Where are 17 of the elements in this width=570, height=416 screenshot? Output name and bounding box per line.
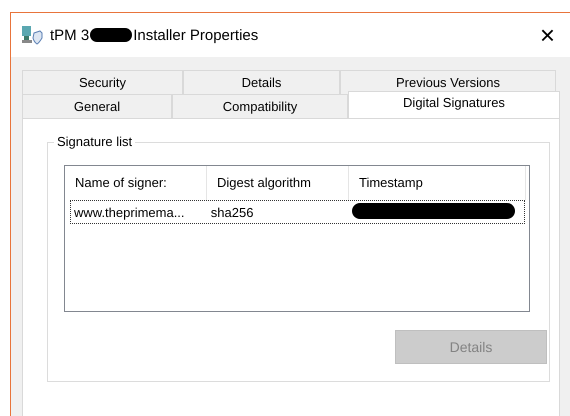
tab[interactable]: General — [22, 94, 172, 118]
table-row[interactable]: www.theprimema... sha256 — [70, 200, 525, 224]
tab[interactable]: Compatibility — [172, 94, 348, 118]
close-button[interactable]: × — [540, 22, 555, 48]
column-header[interactable]: Timestamp — [349, 166, 526, 200]
table-cell-text: sha256 — [210, 204, 254, 220]
table-cell-text: www.theprimema... — [73, 204, 186, 220]
window-title: Installer Properties — [133, 26, 258, 44]
signature-list[interactable]: Name of signer: Digest algorithm Timestamp www.theprimema... sha256 — [64, 165, 530, 312]
window-title: tPM 3 — [50, 26, 90, 44]
computer-shield-icon — [21, 25, 43, 45]
group-label: Signature list — [54, 134, 136, 149]
tab[interactable]: Security — [22, 70, 183, 94]
column-header[interactable]: Name of signer: — [65, 166, 207, 200]
tab[interactable]: Details — [183, 70, 340, 94]
column-header[interactable]: Digest algorithm — [207, 166, 349, 200]
tab[interactable]: Digital Signatures — [348, 91, 560, 118]
